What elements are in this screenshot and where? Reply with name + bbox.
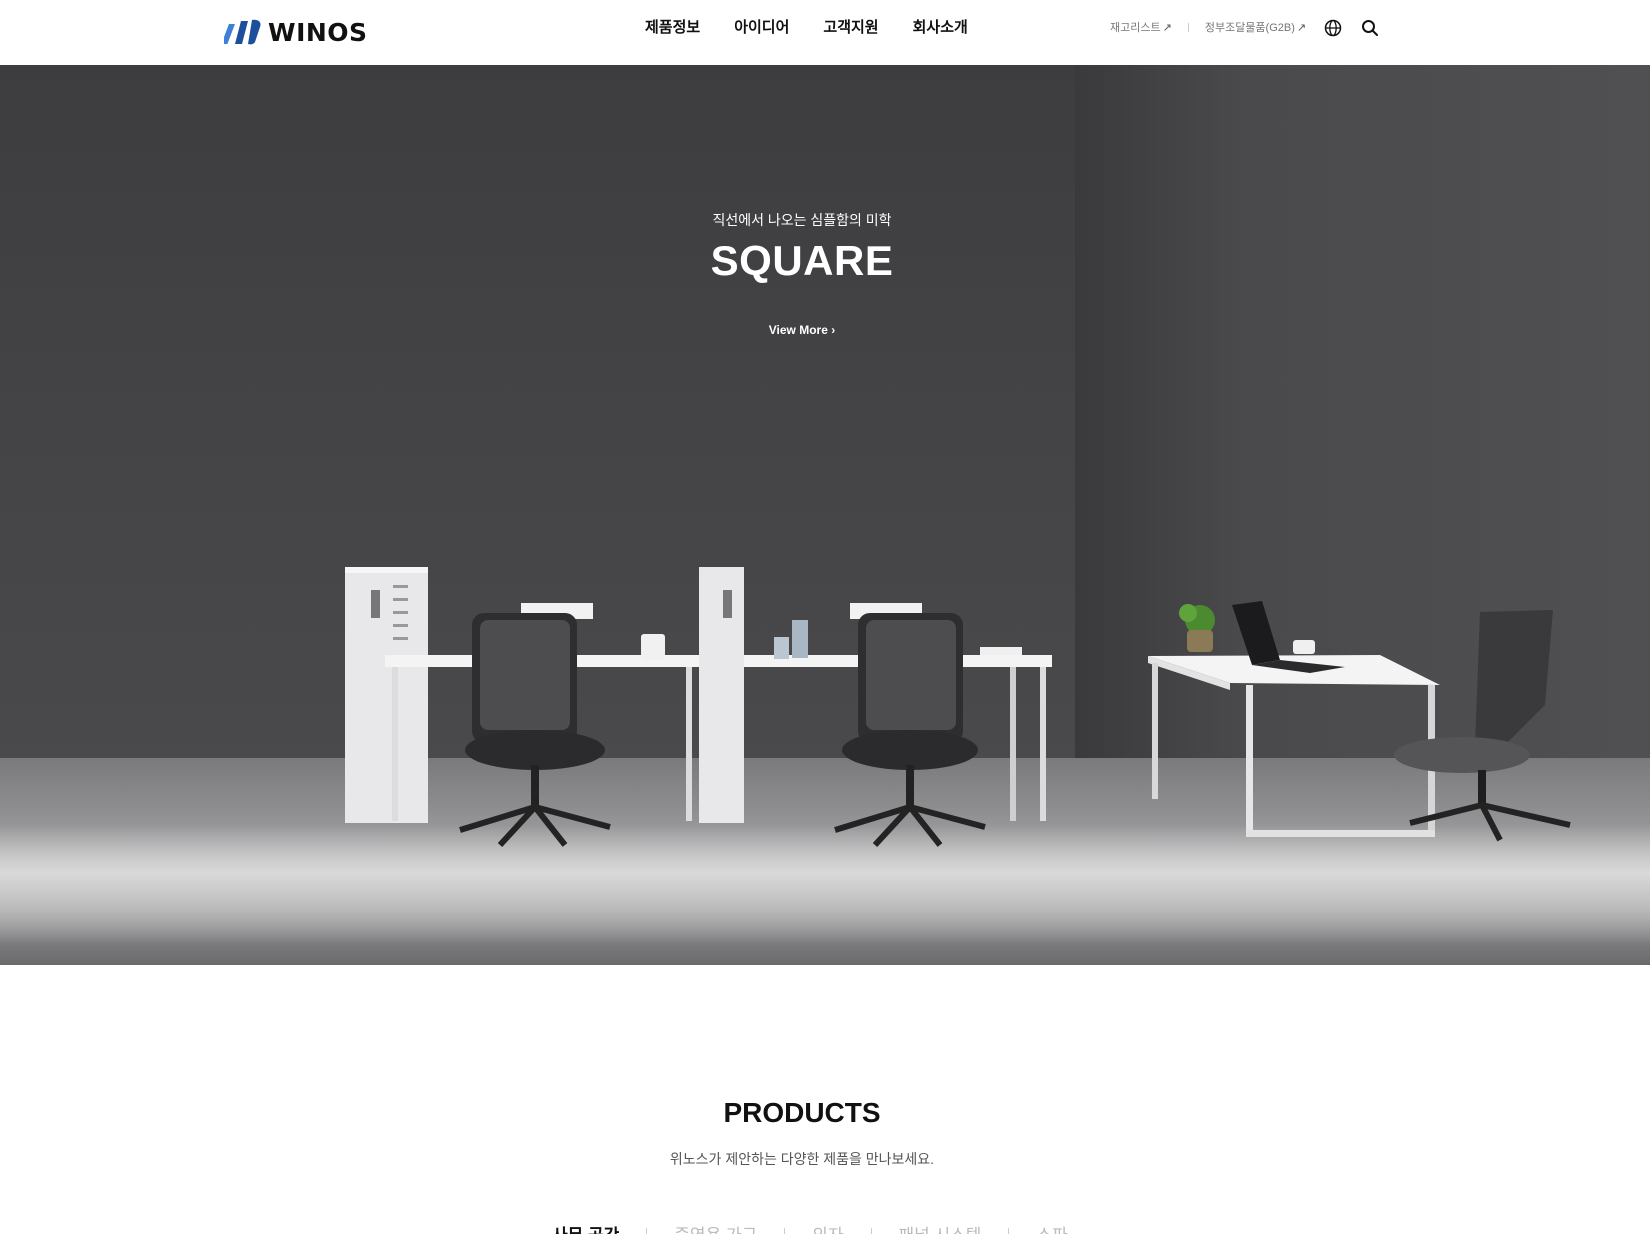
hero-banner: 직선에서 나오는 심플함의 미학 SQUARE View More › bbox=[0, 65, 1650, 965]
tab-chairs[interactable]: 의자 bbox=[812, 1221, 843, 1234]
main-navigation: 제품정보 아이디어 고객지원 회사소개 bbox=[645, 16, 1002, 40]
tab-executive-furniture[interactable]: 중역용 가구 bbox=[674, 1221, 757, 1234]
nav-item-support[interactable]: 고객지원 bbox=[823, 16, 878, 40]
hero-title: SQUARE bbox=[710, 237, 894, 284]
external-link-icon: ↗ bbox=[1162, 21, 1172, 34]
stock-list-link[interactable]: 재고리스트 ↗ bbox=[1110, 19, 1172, 35]
logo-text: WINOS bbox=[268, 17, 368, 47]
g2b-link[interactable]: 정부조달물품(G2B) ↗ bbox=[1205, 19, 1306, 35]
utility-links: 재고리스트 ↗ 정부조달물품(G2B) ↗ bbox=[1110, 19, 1306, 35]
hero-subtitle: 직선에서 나오는 심플함의 미학 bbox=[712, 212, 892, 228]
globe-icon bbox=[1324, 19, 1342, 37]
search-button[interactable] bbox=[1359, 17, 1381, 39]
nav-item-company[interactable]: 회사소개 bbox=[913, 16, 968, 40]
site-header: WINOS 제품정보 아이디어 고객지원 회사소개 재고리스트 ↗ 정부조달물품… bbox=[0, 0, 1650, 65]
nav-item-products[interactable]: 제품정보 bbox=[645, 16, 700, 40]
nav-item-ideas[interactable]: 아이디어 bbox=[734, 16, 789, 40]
view-more-link[interactable]: View More › bbox=[769, 323, 835, 337]
tab-panel-system[interactable]: 패널 시스템 bbox=[899, 1221, 982, 1234]
winos-logo-mark-icon bbox=[224, 19, 261, 45]
divider bbox=[1187, 22, 1189, 32]
language-button[interactable] bbox=[1322, 17, 1344, 39]
tab-divider bbox=[870, 1227, 872, 1234]
office-furniture-image bbox=[345, 567, 1571, 848]
g2b-label: 정부조달물품(G2B) bbox=[1204, 22, 1295, 34]
search-icon bbox=[1362, 20, 1378, 36]
tab-divider bbox=[1008, 1227, 1010, 1234]
products-subtitle: 위노스가 제안하는 다양한 제품을 만나보세요. bbox=[669, 1151, 935, 1167]
tab-divider bbox=[646, 1227, 648, 1234]
winos-logo[interactable]: WINOS bbox=[224, 17, 368, 47]
tab-office-space[interactable]: 사무 공간 bbox=[552, 1221, 619, 1234]
tab-divider bbox=[784, 1227, 786, 1234]
product-category-tabs: 사무 공간 중역용 가구 의자 패널 시스템 소파 bbox=[552, 1221, 1068, 1234]
external-link-icon: ↗ bbox=[1296, 21, 1307, 34]
stock-list-label: 재고리스트 bbox=[1110, 22, 1161, 34]
products-title: PRODUCTS bbox=[723, 1097, 881, 1128]
tab-sofa[interactable]: 소파 bbox=[1036, 1221, 1067, 1234]
